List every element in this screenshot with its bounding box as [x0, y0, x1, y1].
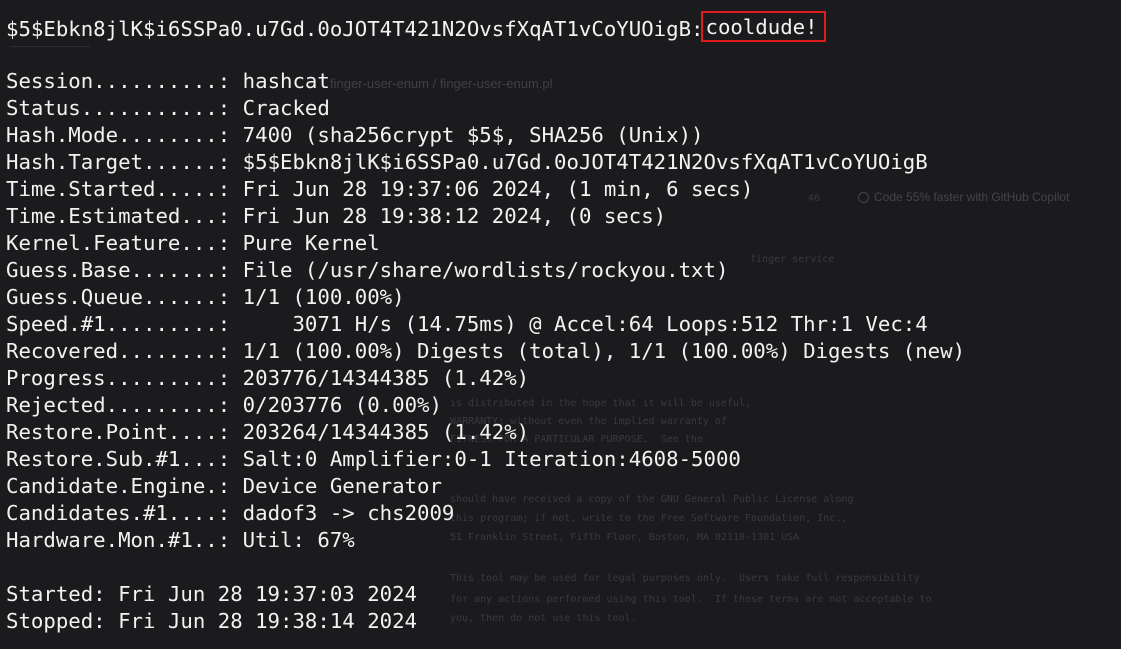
status-value: 0/203776 (0.00%): [230, 393, 442, 417]
status-key: Rejected.........:: [6, 393, 231, 417]
status-key: Guess.Queue......:: [6, 285, 231, 309]
status-key: Candidate.Engine.:: [6, 474, 231, 498]
status-value: 203264/14344385 (1.42%): [230, 420, 530, 444]
ghost-code-line: 51 Franklin Street, Fifth Floor, Boston,…: [450, 532, 800, 543]
status-value: hashcat: [230, 69, 330, 93]
status-key: Restore.Point....:: [6, 420, 231, 444]
ghost-breadcrumb: finger-user-enum / finger-user-enum.pl: [330, 76, 553, 91]
status-key: Session..........:: [6, 69, 231, 93]
github-icon: [858, 192, 869, 203]
status-line-kernel-feature: Kernel.Feature...: Pure Kernel: [6, 230, 380, 257]
footer-line-started: Started: Fri Jun 28 19:37:03 2024: [6, 581, 417, 608]
status-value: Fri Jun 28 19:38:12 2024, (0 secs): [230, 204, 667, 228]
footer-line-stopped: Stopped: Fri Jun 28 19:38:14 2024: [6, 608, 417, 635]
status-value: dadof3 -> chs2009: [230, 501, 455, 525]
ghost-divider: [10, 46, 90, 47]
ghost-line-count: 46: [808, 193, 821, 204]
status-key: Progress.........:: [6, 366, 231, 390]
cracked-hash: $5$Ebkn8jlK$i6SSPa0.u7Gd.0oJOT4T421N2Ovs…: [6, 17, 704, 41]
status-key: Candidates.#1....:: [6, 501, 231, 525]
status-value: 7400 (sha256crypt $5$, SHA256 (Unix)): [230, 123, 704, 147]
status-value: 203776/14344385 (1.42%): [230, 366, 530, 390]
status-line-rejected: Rejected.........: 0/203776 (0.00%): [6, 392, 442, 419]
status-line-candidate-engine: Candidate.Engine.: Device Generator: [6, 473, 442, 500]
status-line-session: Session..........: hashcat: [6, 68, 330, 95]
status-key: Time.Estimated...:: [6, 204, 231, 228]
status-key: Hash.Mode........:: [6, 123, 231, 147]
status-value: Salt:0 Amplifier:0-1 Iteration:4608-5000: [230, 447, 741, 471]
status-line-guess-base: Guess.Base.......: File (/usr/share/word…: [6, 257, 728, 284]
status-value: $5$Ebkn8jlK$i6SSPa0.u7Gd.0oJOT4T421N2Ovs…: [230, 150, 928, 174]
cracked-password-highlight: cooldude!: [701, 11, 826, 42]
status-key: Guess.Base.......:: [6, 258, 231, 282]
ghost-code-line: finger service: [750, 254, 835, 265]
footer-value: Fri Jun 28 19:38:14 2024: [105, 609, 418, 633]
status-line-candidates: Candidates.#1....: dadof3 -> chs2009: [6, 500, 454, 527]
status-value: Device Generator: [230, 474, 442, 498]
footer-value: Fri Jun 28 19:37:03 2024: [105, 582, 418, 606]
status-line-time-estimated: Time.Estimated...: Fri Jun 28 19:38:12 2…: [6, 203, 666, 230]
status-key: Recovered........:: [6, 339, 231, 363]
footer-key: Started:: [6, 582, 106, 606]
ghost-code-line: this program; if not, write to the Free …: [450, 513, 848, 524]
status-value: File (/usr/share/wordlists/rockyou.txt): [230, 258, 729, 282]
status-value: Pure Kernel: [230, 231, 380, 255]
status-line-restore-sub: Restore.Sub.#1...: Salt:0 Amplifier:0-1 …: [6, 446, 741, 473]
status-key: Speed.#1.........:: [6, 312, 231, 336]
status-line-hash-target: Hash.Target......: $5$Ebkn8jlK$i6SSPa0.u…: [6, 149, 928, 176]
status-value: Cracked: [230, 96, 330, 120]
status-line-guess-queue: Guess.Queue......: 1/1 (100.00%): [6, 284, 405, 311]
ghost-code-line: for any actions performed using this too…: [450, 594, 932, 605]
status-key: Hardware.Mon.#1..:: [6, 528, 231, 552]
status-line-progress: Progress.........: 203776/14344385 (1.42…: [6, 365, 529, 392]
status-line-hardware-mon: Hardware.Mon.#1..: Util: 67%: [6, 527, 355, 554]
status-key: Kernel.Feature...:: [6, 231, 231, 255]
ghost-code-line: should have received a copy of the GNU G…: [450, 494, 854, 505]
status-value: 1/1 (100.00%): [230, 285, 405, 309]
status-line-hash-mode: Hash.Mode........: 7400 (sha256crypt $5$…: [6, 122, 704, 149]
footer-key: Stopped:: [6, 609, 106, 633]
ghost-copilot-text: Code 55% faster with GitHub Copilot: [874, 190, 1070, 204]
status-value: Util: 67%: [230, 528, 355, 552]
status-line-speed: Speed.#1.........: 3071 H/s (14.75ms) @ …: [6, 311, 928, 338]
cracked-hash-line: $5$Ebkn8jlK$i6SSPa0.u7Gd.0oJOT4T421N2Ovs…: [6, 11, 826, 42]
status-key: Time.Started.....:: [6, 177, 231, 201]
ghost-code-line: you, then do not use this tool.: [450, 613, 637, 624]
status-value: 1/1 (100.00%) Digests (total), 1/1 (100.…: [230, 339, 966, 363]
status-key: Status...........:: [6, 96, 231, 120]
status-line-time-started: Time.Started.....: Fri Jun 28 19:37:06 2…: [6, 176, 753, 203]
status-value: 3071 H/s (14.75ms) @ Accel:64 Loops:512 …: [230, 312, 928, 336]
status-line-status: Status...........: Cracked: [6, 95, 330, 122]
ghost-code-line: This tool may be used for legal purposes…: [450, 573, 920, 584]
status-key: Hash.Target......:: [6, 150, 231, 174]
status-line-restore-point: Restore.Point....: 203264/14344385 (1.42…: [6, 419, 529, 446]
ghost-code-line: is distributed in the hope that it will …: [450, 398, 752, 409]
status-key: Restore.Sub.#1...:: [6, 447, 231, 471]
status-line-recovered: Recovered........: 1/1 (100.00%) Digests…: [6, 338, 965, 365]
status-value: Fri Jun 28 19:37:06 2024, (1 min, 6 secs…: [230, 177, 754, 201]
ghost-copilot-banner: Code 55% faster with GitHub Copilot: [858, 190, 1069, 204]
